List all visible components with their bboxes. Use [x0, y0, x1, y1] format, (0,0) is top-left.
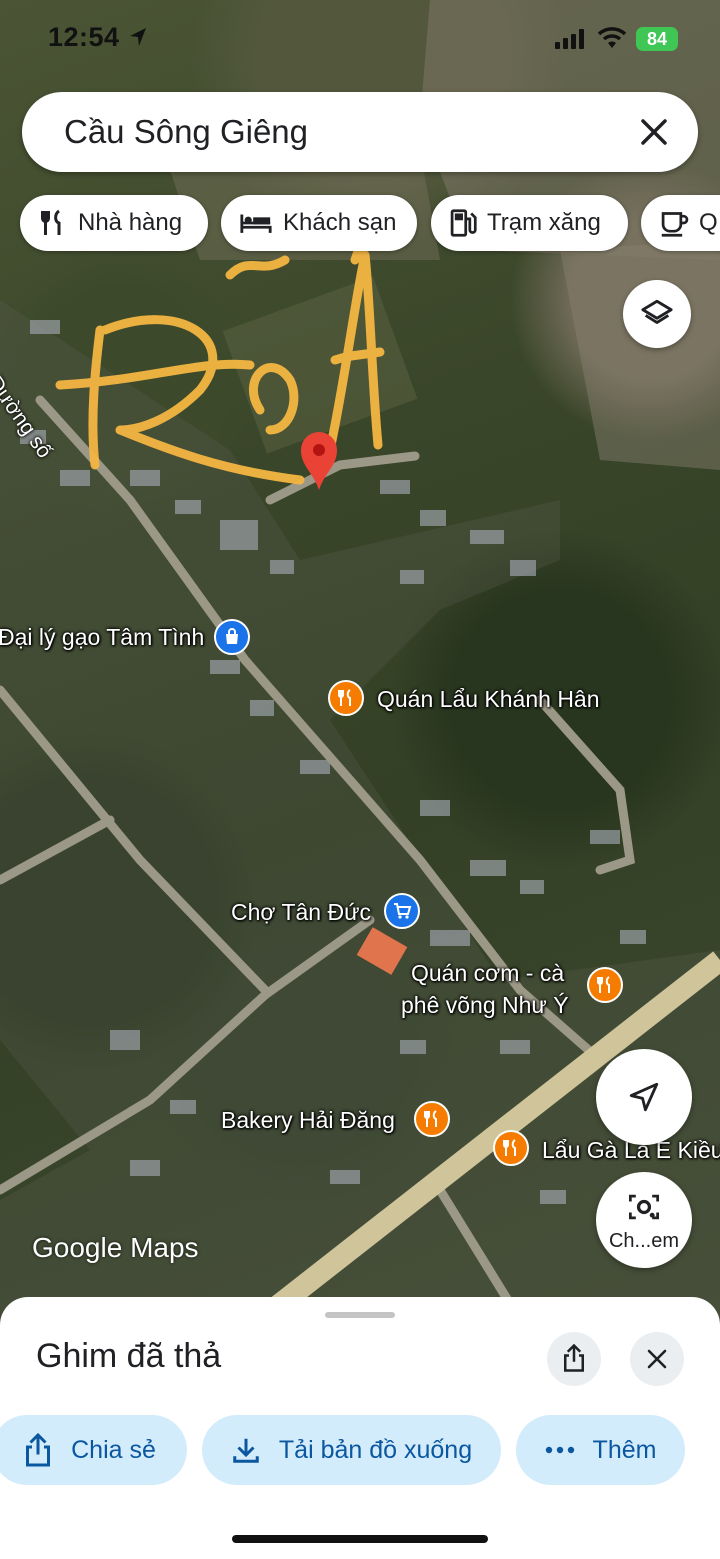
chip-label: Q: [699, 209, 718, 236]
restaurant-icon: [41, 209, 61, 235]
battery-icon: 84: [636, 27, 678, 51]
share-button[interactable]: Chia sẻ: [0, 1415, 187, 1485]
more-button-label: Thêm: [592, 1435, 657, 1464]
sheet-share-button[interactable]: [547, 1332, 601, 1386]
restaurant-icon[interactable]: [414, 1101, 450, 1137]
restaurant-icon[interactable]: [587, 967, 623, 1003]
chip-label: Khách sạn: [283, 209, 397, 236]
more-icon: [545, 1446, 574, 1454]
share-icon: [26, 1432, 51, 1467]
shopping-cart-icon[interactable]: [384, 893, 420, 929]
navigate-icon: [629, 1082, 659, 1112]
chip-restaurants[interactable]: Nhà hàng: [20, 195, 208, 251]
download-icon: [233, 1438, 259, 1463]
camera-search-icon: [629, 1194, 659, 1220]
coffee-icon: [661, 212, 689, 237]
poi-label-cho-tan-duc[interactable]: Chợ Tân Đức: [231, 899, 371, 926]
layers-icon: [641, 299, 673, 324]
share-button-label: Chia sẻ: [71, 1435, 156, 1464]
maps-app: Đường số Đại lý gạo Tâm Tình Quán Lẩu Kh…: [0, 0, 720, 1559]
share-icon: [564, 1343, 584, 1372]
lens-button[interactable]: Ch...em: [596, 1172, 692, 1268]
wifi-icon: [597, 27, 627, 48]
download-map-button[interactable]: Tải bản đồ xuống: [202, 1415, 501, 1485]
status-time: 12:54: [48, 22, 120, 52]
close-icon: [647, 1349, 667, 1369]
poi-label-dai-ly-gao[interactable]: Đại lý gạo Tâm Tình: [0, 624, 204, 651]
poi-label-quan-lau[interactable]: Quán Lẩu Khánh Hân: [377, 686, 600, 713]
hotel-icon: [240, 214, 272, 233]
search-input[interactable]: Cầu Sông Giêng: [64, 92, 308, 172]
sheet-close-button[interactable]: [630, 1332, 684, 1386]
my-location-button[interactable]: [596, 1049, 692, 1145]
more-button[interactable]: Thêm: [516, 1415, 685, 1485]
chip-hotels[interactable]: Khách sạn: [221, 195, 417, 251]
restaurant-icon[interactable]: [493, 1130, 529, 1166]
poi-label-quan-com-line2[interactable]: phê võng Như Ý: [401, 992, 569, 1019]
chip-coffee[interactable]: Q: [641, 195, 720, 251]
signal-icon: [555, 29, 584, 49]
chip-label: Nhà hàng: [78, 209, 183, 236]
dropped-pin-sheet: Ghim đã thả Chia sẻ Tải bản đồ xuống Thê…: [0, 1297, 720, 1559]
sheet-title: Ghim đã thả: [36, 1337, 222, 1375]
home-indicator[interactable]: [232, 1535, 488, 1543]
location-arrow-icon: [130, 28, 146, 46]
gas-station-icon: [450, 209, 477, 237]
chip-gas-stations[interactable]: Trạm xăng: [431, 195, 628, 251]
close-icon[interactable]: [632, 110, 676, 154]
chip-label: Trạm xăng: [487, 209, 601, 236]
sheet-drag-handle[interactable]: [325, 1312, 395, 1318]
download-button-label: Tải bản đồ xuống: [278, 1435, 473, 1464]
poi-label-bakery[interactable]: Bakery Hải Đăng: [221, 1107, 395, 1134]
lens-label: Ch...em: [608, 1230, 680, 1252]
shopping-bag-icon[interactable]: [214, 619, 250, 655]
restaurant-icon[interactable]: [328, 680, 364, 716]
layers-button[interactable]: [623, 280, 691, 348]
poi-label-quan-com-line1[interactable]: Quán cơm - cà: [411, 960, 564, 987]
google-maps-watermark: Google Maps: [32, 1232, 199, 1263]
search-bar[interactable]: Cầu Sông Giêng: [22, 92, 698, 172]
